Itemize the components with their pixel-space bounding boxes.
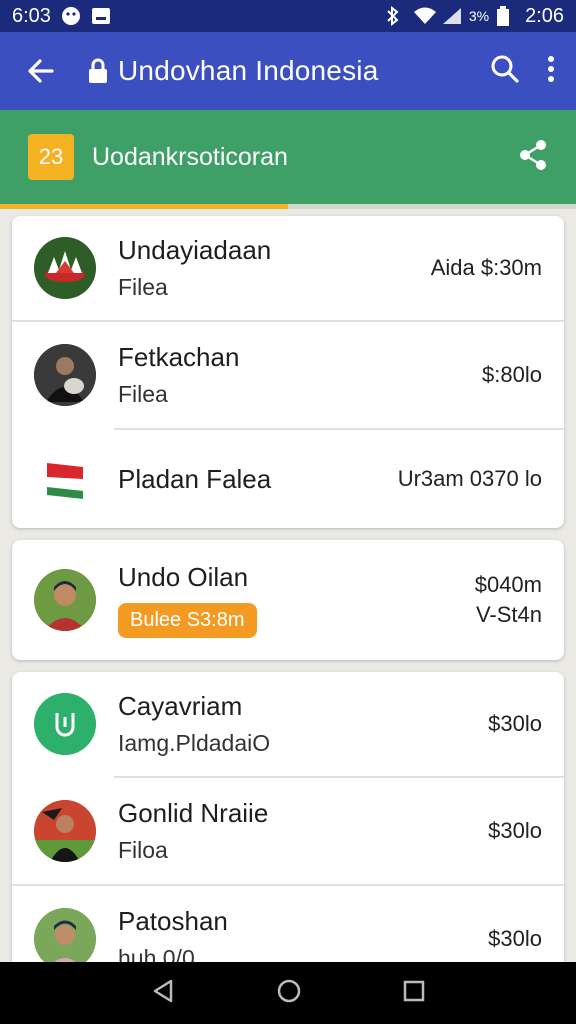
signal-icon — [441, 6, 461, 26]
list-item[interactable]: Gonlid Nraiie Filoa $30lo — [12, 778, 564, 884]
status-time-left: 6:03 — [12, 4, 51, 27]
circle-home-icon — [277, 979, 301, 1002]
item-price: $30lo — [488, 926, 542, 951]
item-price: Aida $:30m — [430, 255, 542, 280]
search-icon — [491, 55, 519, 83]
item-price: $30lo — [488, 818, 542, 843]
flag-icon — [34, 448, 96, 510]
list-item[interactable]: Fetkachan Filea $:80lo — [12, 322, 564, 428]
avatar — [34, 569, 96, 631]
progress-fill — [0, 204, 288, 209]
more-options-button[interactable] — [546, 55, 556, 88]
avatar — [34, 344, 96, 406]
item-price: $30lo — [488, 711, 542, 736]
item-name: Cayavriam — [118, 691, 243, 721]
system-nav-bar — [0, 962, 576, 1024]
nav-home-button[interactable] — [276, 978, 302, 1009]
item-subtitle: Filea — [118, 381, 168, 407]
item-name: Patoshan — [118, 906, 228, 936]
status-bar: 6:03 3% 2:06 — [0, 0, 576, 32]
page-title: Undovhan Indonesia — [118, 55, 379, 86]
bluetooth-icon — [385, 5, 405, 27]
back-button[interactable] — [20, 51, 60, 91]
list-item[interactable]: Cayavriam Iamg.PldadaiO $30lo — [12, 672, 564, 776]
nav-back-button[interactable] — [150, 978, 176, 1009]
avatar — [34, 908, 96, 970]
price-tag-badge: Bulee S3:8m — [118, 603, 257, 638]
app-bar: Undovhan Indonesia — [0, 32, 576, 110]
item-price: $040m — [474, 572, 542, 597]
item-subtitle: Filoa — [118, 837, 168, 863]
more-vert-icon — [548, 55, 554, 82]
list-item[interactable]: Undayiadaan Filea Aida $:30m — [12, 216, 564, 320]
date-badge: 23 — [28, 134, 74, 180]
list-item[interactable]: Pladan Falea Ur3am 0370 lo — [12, 430, 564, 528]
section-header: 23 Uodankrsoticoran — [0, 110, 576, 204]
list-item[interactable]: Undo Oilan Bulee S3:8m $040m V-St4n — [12, 540, 564, 660]
item-subtitle: Filea — [118, 274, 168, 300]
item-subtitle: Iamg.PldadaiO — [118, 730, 271, 756]
battery-percent: 3% — [468, 8, 490, 24]
item-name: Undayiadaan — [118, 235, 272, 265]
square-recents-icon — [403, 980, 425, 1001]
back-arrow-icon — [28, 59, 54, 83]
wifi-icon — [413, 6, 436, 26]
list-card: Undayiadaan Filea Aida $:30m Fetkachan F… — [12, 216, 564, 528]
item-price-secondary: V-St4n — [475, 602, 542, 627]
item-price: $:80lo — [482, 362, 542, 387]
notification-icon — [61, 6, 81, 26]
progress-bar — [0, 204, 576, 209]
avatar — [34, 237, 96, 299]
share-button[interactable] — [518, 139, 548, 176]
list-card: Cayavriam Iamg.PldadaiO $30lo Gonlid Nra… — [12, 672, 564, 992]
status-time-right: 2:06 — [525, 4, 564, 27]
avatar — [34, 800, 96, 862]
share-icon — [520, 139, 546, 170]
item-name: Undo Oilan — [118, 562, 249, 592]
section-title: Uodankrsoticoran — [92, 142, 288, 171]
item-name: Pladan Falea — [118, 463, 272, 494]
search-button[interactable] — [490, 54, 520, 89]
item-price: Ur3am 0370 lo — [397, 466, 542, 491]
item-name: Fetkachan — [118, 342, 240, 372]
triangle-back-icon — [153, 979, 173, 1002]
photo-notification-icon — [91, 6, 111, 26]
lock-icon — [88, 57, 112, 85]
nav-recents-button[interactable] — [402, 979, 426, 1008]
battery-icon — [497, 6, 517, 26]
item-name: Gonlid Nraiie — [118, 798, 269, 828]
list-card: Undo Oilan Bulee S3:8m $040m V-St4n — [12, 540, 564, 660]
app-logo-icon — [34, 693, 96, 755]
